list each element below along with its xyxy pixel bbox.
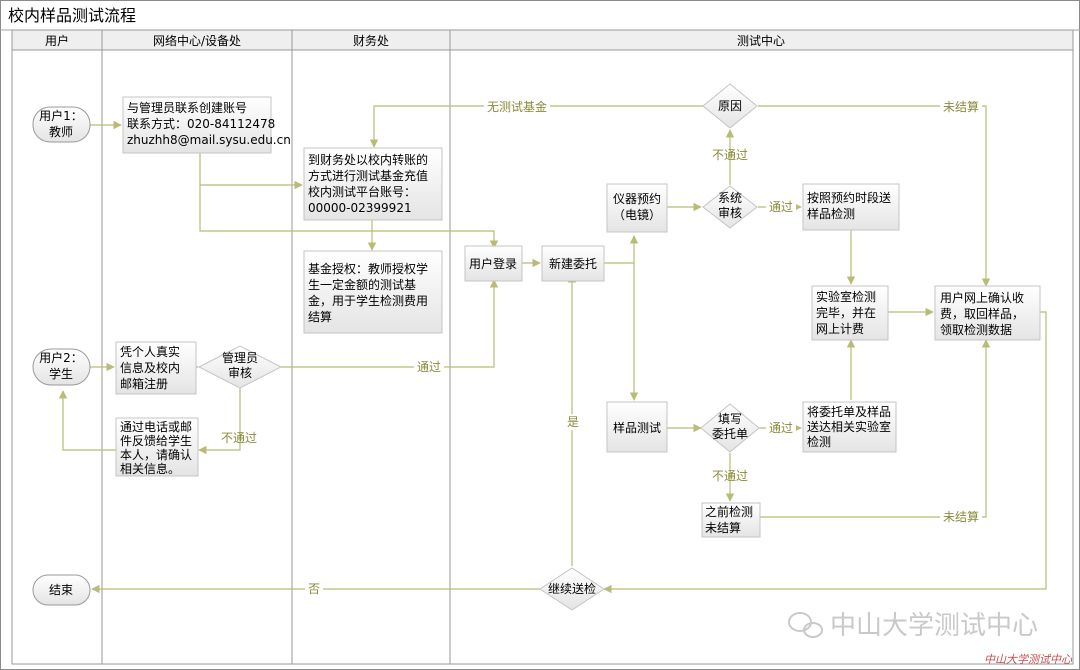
node-login: 用户登录 xyxy=(464,245,523,282)
lane-header-testcenter: 测试中心 xyxy=(737,33,785,48)
svg-text:系统审核: 系统审核 xyxy=(718,191,742,220)
diagram-title: 校内样品测试流程 xyxy=(8,6,136,25)
edge-label-fail-fill: 不通过 xyxy=(712,469,748,483)
node-feedback: 通过电话或邮件反馈给学生本人，请确认相关信息。 xyxy=(115,417,199,477)
node-lab-done: 实验室检测完毕，并在网上计费 xyxy=(811,285,889,341)
svg-text:结束: 结束 xyxy=(49,583,73,597)
node-confirm-fee: 用户网上确认收费，取回样品，领取检测数据 xyxy=(934,285,1041,341)
node-create-account: 与管理员联系创建账号联系方式：020-84112478 zhuzhh8@mail.… xyxy=(122,96,291,154)
node-user1: 用户1：教师 xyxy=(32,106,91,143)
node-finance-transfer: 到财务处以校内转账的方式进行测试基金充值校内测试平台账号： 00000-02399… xyxy=(303,147,443,221)
edge-label-unsettled-top: 未结算 xyxy=(943,99,979,114)
svg-text:用户登录: 用户登录 xyxy=(469,256,517,271)
watermark-small: 中山大学测试中心 xyxy=(984,653,1073,666)
swimlane-flowchart: 校内样品测试流程 用户 网络中心/设备处 财务处 测试中心 无测试基金 未结算 … xyxy=(0,0,1080,670)
watermark-text: 中山大学测试中心 xyxy=(830,611,1038,641)
node-user2: 用户2：学生 xyxy=(32,348,91,386)
svg-text:原因: 原因 xyxy=(718,99,742,113)
svg-text:样品测试: 样品测试 xyxy=(613,420,661,435)
edge-label-no: 否 xyxy=(308,582,320,596)
lane-header-user: 用户 xyxy=(45,33,69,48)
node-new-commission: 新建委托 xyxy=(541,245,605,282)
edge-label-pass-admin: 通过 xyxy=(417,360,441,374)
edge-label-yes: 是 xyxy=(567,415,579,429)
edge-label-fail-reason: 不通过 xyxy=(712,148,748,162)
node-end: 结束 xyxy=(32,574,91,606)
edge-label-pass-fill: 通过 xyxy=(769,421,793,435)
svg-text:继续送检: 继续送检 xyxy=(548,581,596,596)
lane-header-network: 网络中心/设备处 xyxy=(153,33,241,48)
edge-label-fail-admin: 不通过 xyxy=(221,431,257,445)
node-fund-auth: 基金授权：教师授权学生一定金额的测试基金，用于学生检测费用结算 xyxy=(303,250,443,334)
node-prev-unsettled: 之前检测未结算 xyxy=(701,502,761,538)
lane-header-finance: 财务处 xyxy=(353,33,389,48)
node-send-to-lab: 将委托单及样品送达相关实验室检测 xyxy=(802,401,897,453)
edge-label-unsettled-bottom: 未结算 xyxy=(943,509,979,524)
node-sample-test: 样品测试 xyxy=(606,401,668,453)
svg-text:新建委托: 新建委托 xyxy=(549,256,597,271)
edge-label-no-fund: 无测试基金 xyxy=(487,99,547,114)
node-instrument: 仪器预约（电镜） xyxy=(606,183,668,233)
node-real-info: 凭个人真实信息及校内邮箱注册 xyxy=(115,341,197,395)
svg-text:用户网上确认收费，取回样品，领取检测数据: 用户网上确认收费，取回样品，领取检测数据 xyxy=(940,290,1024,337)
edge-label-pass-system: 通过 xyxy=(769,200,793,214)
node-send-by-time: 按照预约时段送样品检测 xyxy=(802,183,900,231)
